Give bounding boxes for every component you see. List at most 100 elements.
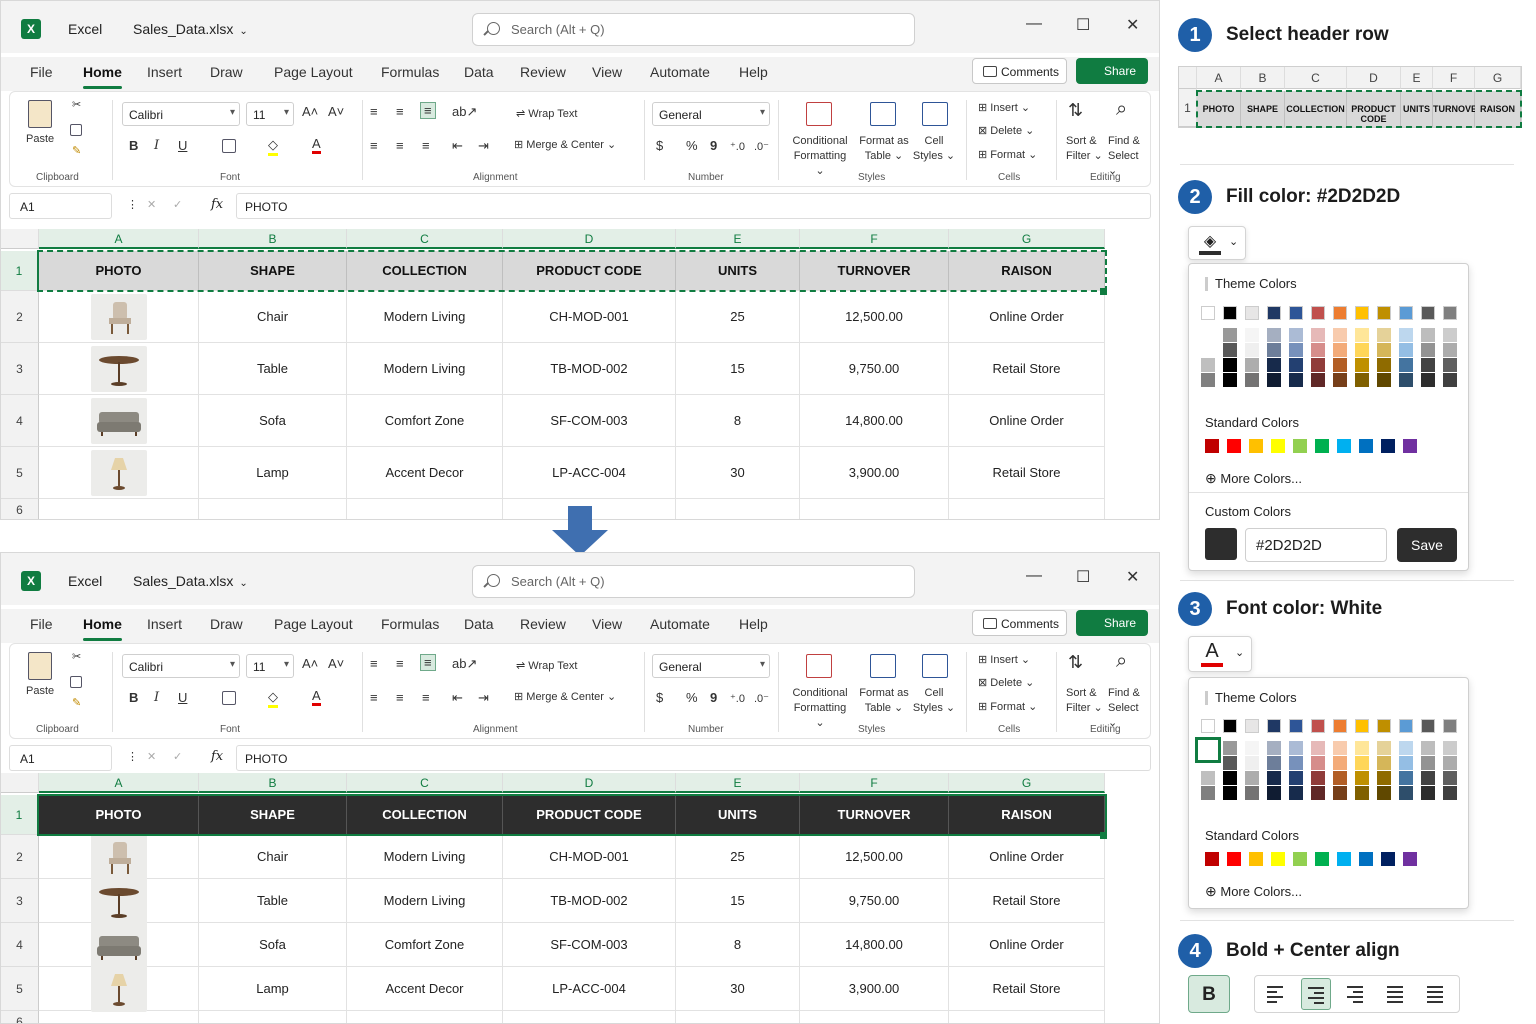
borders-icon[interactable] (222, 691, 236, 705)
data-cell-turnover[interactable]: 14,800.00 (800, 923, 949, 967)
theme-shade-swatch[interactable] (1223, 343, 1237, 357)
comments-button[interactable]: Comments (972, 610, 1067, 636)
tab-formulas[interactable]: Formulas (381, 616, 439, 632)
italic-button[interactable]: I (154, 138, 159, 153)
align-top-icon[interactable]: ≡ (370, 656, 378, 671)
theme-shade-swatch[interactable] (1289, 771, 1303, 785)
tab-formulas[interactable]: Formulas (381, 64, 439, 80)
align-middle-icon[interactable]: ≡ (396, 104, 404, 119)
theme-shade-swatch[interactable] (1421, 343, 1435, 357)
theme-shade-swatch[interactable] (1311, 771, 1325, 785)
font-size-select[interactable]: 11 (246, 654, 294, 678)
copy-icon[interactable] (70, 124, 82, 136)
paste-label[interactable]: Paste (26, 684, 54, 699)
tab-file[interactable]: File (30, 616, 53, 632)
tab-review[interactable]: Review (520, 616, 566, 632)
standard-swatch[interactable] (1271, 852, 1285, 866)
align-center-icon[interactable]: ≡ (396, 690, 404, 705)
theme-swatch[interactable] (1421, 719, 1435, 733)
format-cells-button[interactable]: ⊞ Format ⌄ (978, 148, 1037, 163)
empty-cell[interactable] (347, 1011, 503, 1023)
theme-swatch[interactable] (1311, 306, 1325, 320)
distributed-icon[interactable] (1421, 978, 1451, 1010)
theme-shade-swatch[interactable] (1443, 756, 1457, 770)
data-cell-shape[interactable]: Sofa (199, 923, 347, 967)
conditional-formatting-icon[interactable] (806, 654, 832, 678)
empty-cell[interactable] (676, 499, 800, 519)
data-cell-turnover[interactable]: 3,900.00 (800, 447, 949, 499)
theme-shade-swatch[interactable] (1333, 328, 1347, 342)
theme-swatch[interactable] (1201, 306, 1215, 320)
percent-button[interactable]: % (686, 690, 698, 705)
sort-filter-button[interactable]: Sort & Filter ⌄ (1066, 134, 1103, 164)
column-header-G[interactable]: G (949, 773, 1105, 793)
data-cell-shape[interactable]: Chair (199, 835, 347, 879)
theme-shade-swatch[interactable] (1355, 786, 1369, 800)
row-header-4[interactable]: 4 (1, 923, 39, 967)
empty-cell[interactable] (949, 1011, 1105, 1023)
data-cell-units[interactable]: 15 (676, 879, 800, 923)
data-cell-shape[interactable]: Chair (199, 291, 347, 343)
theme-shade-swatch[interactable] (1289, 741, 1303, 755)
font-color-icon[interactable]: A (312, 136, 321, 154)
select-all-corner[interactable] (1, 773, 39, 793)
data-cell-raison[interactable]: Retail Store (949, 447, 1105, 499)
decrease-decimal-icon[interactable]: .0⁻ (754, 140, 769, 155)
chevron-down-icon[interactable]: ⌄ (1229, 235, 1238, 248)
theme-shade-swatch[interactable] (1311, 741, 1325, 755)
theme-shade-swatch[interactable] (1355, 343, 1369, 357)
theme-shade-swatch[interactable] (1201, 343, 1215, 357)
data-cell-units[interactable]: 8 (676, 395, 800, 447)
fx-icon[interactable]: fx (211, 749, 223, 764)
theme-shade-swatch[interactable] (1421, 771, 1435, 785)
empty-cell[interactable] (39, 1011, 199, 1023)
data-cell-shape[interactable]: Lamp (199, 967, 347, 1011)
theme-shade-swatch[interactable] (1245, 771, 1259, 785)
row-header-6[interactable]: 6 (1, 499, 39, 519)
comma-button[interactable]: 9 (710, 138, 717, 153)
italic-button[interactable]: I (154, 690, 159, 705)
column-header-B[interactable]: B (199, 773, 347, 793)
number-format-select[interactable]: General (652, 102, 770, 126)
conditional-formatting-icon[interactable] (806, 102, 832, 126)
grow-font-icon[interactable]: A˄ (302, 656, 318, 671)
theme-shade-swatch[interactable] (1377, 343, 1391, 357)
theme-shade-swatch[interactable] (1399, 358, 1413, 372)
bold-toggle-button[interactable]: B (1188, 975, 1230, 1013)
theme-shade-swatch[interactable] (1333, 343, 1347, 357)
cell-styles-button[interactable]: Cell Styles ⌄ (912, 134, 956, 164)
row-header-3[interactable]: 3 (1, 343, 39, 395)
bold-button[interactable]: B (129, 138, 138, 153)
row-header-2[interactable]: 2 (1, 291, 39, 343)
tab-automate[interactable]: Automate (650, 64, 710, 80)
decrease-decimal-icon[interactable]: .0⁻ (754, 692, 769, 707)
format-as-table-icon[interactable] (870, 102, 896, 126)
theme-shade-swatch[interactable] (1289, 786, 1303, 800)
chevron-down-icon[interactable]: ⌄ (239, 578, 247, 589)
theme-shade-swatch[interactable] (1311, 328, 1325, 342)
theme-shade-swatch[interactable] (1333, 756, 1347, 770)
theme-shade-swatch[interactable] (1377, 373, 1391, 387)
theme-swatch[interactable] (1333, 306, 1347, 320)
maximize-button[interactable]: ☐ (1076, 567, 1090, 587)
standard-swatch[interactable] (1271, 439, 1285, 453)
font-color-dropdown[interactable]: A ⌄ (1188, 636, 1252, 672)
data-cell-units[interactable]: 30 (676, 967, 800, 1011)
fill-color-dropdown[interactable]: ◈ ⌄ (1188, 226, 1246, 260)
photo-cell[interactable] (39, 965, 199, 1012)
search-box[interactable]: Search (Alt + Q) (472, 13, 915, 46)
align-bottom-icon[interactable]: ≡ (420, 654, 436, 671)
theme-swatch[interactable] (1223, 719, 1237, 733)
copy-icon[interactable] (70, 676, 82, 688)
column-header-D[interactable]: D (503, 229, 676, 249)
tab-draw[interactable]: Draw (210, 616, 243, 632)
empty-cell[interactable] (949, 499, 1105, 519)
theme-shade-swatch[interactable] (1201, 771, 1215, 785)
sort-filter-icon[interactable]: ⇅ (1068, 100, 1083, 121)
theme-shade-swatch[interactable] (1333, 741, 1347, 755)
row-header-3[interactable]: 3 (1, 879, 39, 923)
align-center-icon[interactable]: ≡ (396, 138, 404, 153)
maximize-button[interactable]: ☐ (1076, 15, 1090, 35)
share-button[interactable]: Share (1076, 58, 1148, 84)
align-left-icon[interactable]: ≡ (370, 138, 378, 153)
